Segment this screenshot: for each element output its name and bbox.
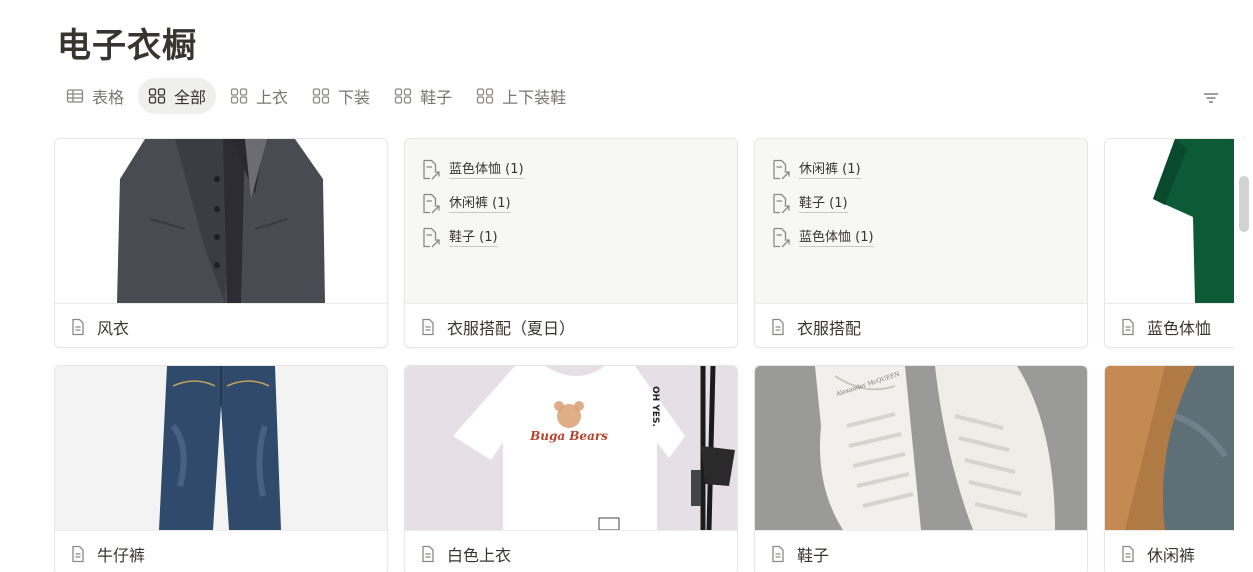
card-title: 衣服搭配 xyxy=(797,318,862,338)
page-icon xyxy=(769,545,787,563)
relation-link[interactable]: 休闲裤 (1) xyxy=(421,187,524,221)
relation-link[interactable]: 蓝色体恤 (1) xyxy=(421,153,524,187)
page: 电子衣橱 表格 全部 上衣 下装 鞋子 上下装鞋 风衣 蓝色体恤 (1) 休闲裤… xyxy=(0,0,1253,572)
tab-label: 上衣 xyxy=(256,88,289,107)
relation-label: 鞋子 (1) xyxy=(799,195,848,213)
gallery-icon xyxy=(148,87,166,105)
card-title: 休闲裤 xyxy=(1147,545,1196,565)
vertical-scrollbar[interactable] xyxy=(1239,176,1249,232)
relation-link[interactable]: 蓝色体恤 (1) xyxy=(771,221,874,255)
card-cover-relations: 休闲裤 (1) 鞋子 (1) 蓝色体恤 (1) xyxy=(755,139,1087,303)
relation-link[interactable]: 休闲裤 (1) xyxy=(771,153,874,187)
tab-tops[interactable]: 上衣 xyxy=(220,78,298,114)
card-cover-image xyxy=(1105,139,1234,303)
green-tshirt-image xyxy=(1153,139,1234,303)
tab-label: 鞋子 xyxy=(420,88,453,107)
card-cover-image xyxy=(55,366,387,530)
page-link-icon xyxy=(421,159,441,181)
card-footer: 风衣 xyxy=(55,303,387,347)
relation-list: 蓝色体恤 (1) 休闲裤 (1) 鞋子 (1) xyxy=(421,153,524,255)
jeans-image xyxy=(159,366,281,530)
gallery-card-outfit[interactable]: 休闲裤 (1) 鞋子 (1) 蓝色体恤 (1) 衣服搭配 xyxy=(754,138,1088,348)
card-footer: 鞋子 xyxy=(755,530,1087,572)
gallery-card-shoes[interactable]: Alexander McQUEEN 鞋子 xyxy=(754,365,1088,572)
tab-table[interactable]: 表格 xyxy=(56,78,134,114)
relation-link[interactable]: 鞋子 (1) xyxy=(421,221,524,255)
gallery-card-outfit-summer[interactable]: 蓝色体恤 (1) 休闲裤 (1) 鞋子 (1) 衣服搭配（夏日） xyxy=(404,138,738,348)
card-footer: 衣服搭配（夏日） xyxy=(405,303,737,347)
relation-list: 休闲裤 (1) 鞋子 (1) 蓝色体恤 (1) xyxy=(771,153,874,255)
relation-label: 休闲裤 (1) xyxy=(799,161,861,179)
gallery-card-blue-tshirt[interactable]: 蓝色体恤 xyxy=(1104,138,1234,348)
page-icon xyxy=(419,318,437,336)
tab-label: 上下装鞋 xyxy=(502,88,567,107)
tab-shoes[interactable]: 鞋子 xyxy=(384,78,462,114)
card-cover-image xyxy=(55,139,387,303)
gallery-icon xyxy=(476,87,494,105)
card-footer: 牛仔裤 xyxy=(55,530,387,572)
tab-bottoms[interactable]: 下装 xyxy=(302,78,380,114)
shirt-print-text: Buga Bears xyxy=(529,429,608,443)
gallery-icon xyxy=(312,87,330,105)
page-title: 电子衣橱 xyxy=(57,26,197,66)
page-icon xyxy=(419,545,437,563)
page-link-icon xyxy=(771,227,791,249)
relation-label: 休闲裤 (1) xyxy=(449,195,511,213)
table-icon xyxy=(66,87,84,105)
page-link-icon xyxy=(421,193,441,215)
card-cover-relations: 蓝色体恤 (1) 休闲裤 (1) 鞋子 (1) xyxy=(405,139,737,303)
card-title: 衣服搭配（夏日） xyxy=(447,318,576,338)
coat-image xyxy=(117,139,325,303)
tab-label: 表格 xyxy=(92,88,125,107)
casual-pants-image xyxy=(1105,366,1234,530)
relation-link[interactable]: 鞋子 (1) xyxy=(771,187,874,221)
card-footer: 衣服搭配 xyxy=(755,303,1087,347)
card-title: 白色上衣 xyxy=(447,545,512,565)
gallery-card-jeans[interactable]: 牛仔裤 xyxy=(54,365,388,572)
sneakers-image: Alexander McQUEEN xyxy=(815,366,1055,530)
gallery-grid: 风衣 蓝色体恤 (1) 休闲裤 (1) 鞋子 (1) 衣服搭配（夏日） 休闲裤 … xyxy=(54,138,1234,572)
page-icon xyxy=(1119,318,1137,336)
gallery-card-casual-pants[interactable]: 休闲裤 xyxy=(1104,365,1234,572)
card-footer: 白色上衣 xyxy=(405,530,737,572)
card-cover-image xyxy=(1105,366,1234,530)
card-footer: 蓝色体恤 xyxy=(1105,303,1234,347)
page-icon xyxy=(1119,545,1137,563)
white-tshirt-image: Buga Bears OH YES. xyxy=(453,366,735,530)
gallery-icon xyxy=(394,87,412,105)
gallery-card-coat[interactable]: 风衣 xyxy=(54,138,388,348)
relation-label: 蓝色体恤 (1) xyxy=(449,161,524,179)
relation-label: 鞋子 (1) xyxy=(449,229,498,247)
card-title: 蓝色体恤 xyxy=(1147,318,1212,338)
relation-label: 蓝色体恤 (1) xyxy=(799,229,874,247)
tab-all[interactable]: 全部 xyxy=(138,78,217,114)
gallery-icon xyxy=(230,87,248,105)
tab-label: 全部 xyxy=(174,88,207,107)
page-link-icon xyxy=(771,193,791,215)
card-title: 风衣 xyxy=(97,318,130,338)
page-icon xyxy=(769,318,787,336)
filter-button[interactable] xyxy=(1200,87,1222,109)
view-tabs: 表格 全部 上衣 下装 鞋子 上下装鞋 xyxy=(56,78,580,114)
sleeve-print-text: OH YES. xyxy=(650,386,660,427)
card-footer: 休闲裤 xyxy=(1105,530,1234,572)
page-icon xyxy=(69,318,87,336)
page-link-icon xyxy=(771,159,791,181)
card-cover-image: Buga Bears OH YES. xyxy=(405,366,737,530)
gallery-card-white-top[interactable]: Buga Bears OH YES. 白色上衣 xyxy=(404,365,738,572)
page-link-icon xyxy=(421,227,441,249)
tab-outfits[interactable]: 上下装鞋 xyxy=(466,78,576,114)
card-cover-image: Alexander McQUEEN xyxy=(755,366,1087,530)
tab-label: 下装 xyxy=(338,88,371,107)
card-title: 牛仔裤 xyxy=(97,545,146,565)
filter-icon xyxy=(1204,93,1218,103)
card-title: 鞋子 xyxy=(797,545,830,565)
page-icon xyxy=(69,545,87,563)
